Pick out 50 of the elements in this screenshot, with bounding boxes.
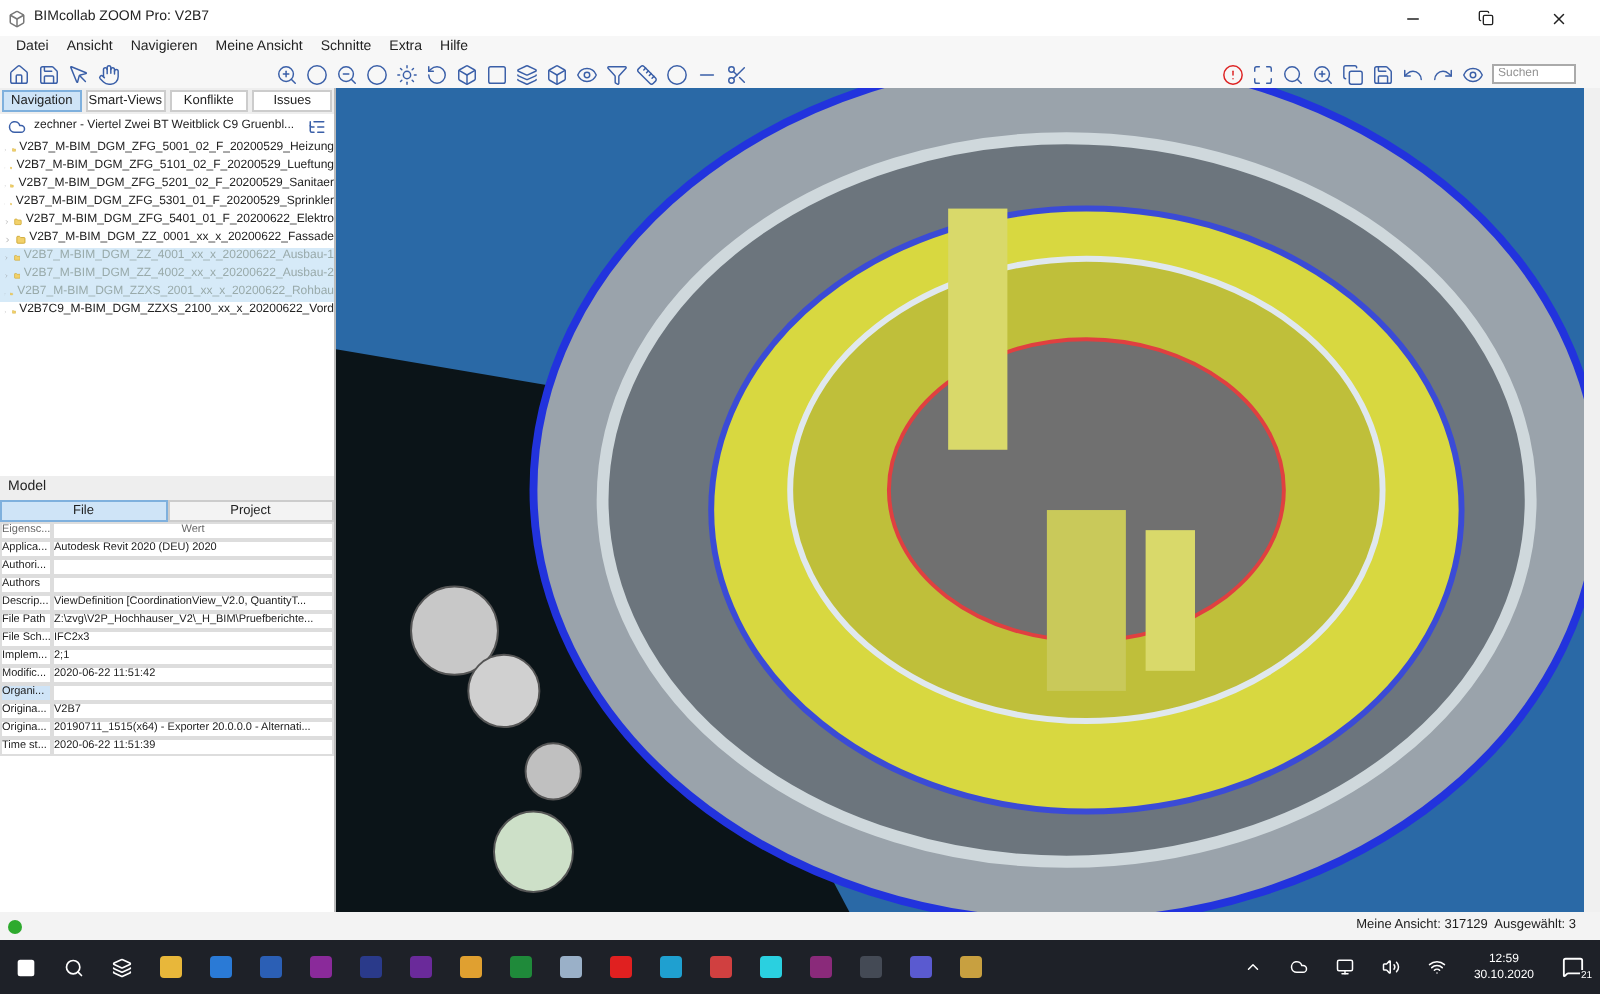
taskbar-app-icon[interactable] [210, 956, 232, 978]
taskbar-app-icon[interactable] [560, 956, 582, 978]
taskbar-app-icon[interactable] [510, 956, 532, 978]
home-icon[interactable] [8, 63, 30, 85]
app-icon [8, 9, 26, 27]
circle-icon[interactable] [366, 63, 388, 85]
eye-icon[interactable] [576, 63, 598, 85]
cube-icon[interactable] [456, 63, 478, 85]
cloud-icon[interactable] [1289, 958, 1308, 976]
save-icon[interactable] [1372, 63, 1394, 85]
rotate-icon[interactable] [426, 63, 448, 85]
tree-view-icon[interactable] [308, 118, 326, 136]
filter-icon[interactable] [606, 63, 628, 85]
zoom-icon[interactable] [1312, 63, 1334, 85]
copy-icon[interactable] [1342, 63, 1364, 85]
square-icon[interactable] [486, 63, 508, 85]
maximize-icon[interactable] [1252, 63, 1274, 85]
3d-viewport[interactable] [336, 88, 1584, 912]
task-view-icon[interactable] [112, 957, 132, 977]
network-icon[interactable] [1427, 958, 1446, 976]
chevron-up-icon[interactable] [1243, 958, 1262, 976]
pointer-icon[interactable] [68, 63, 90, 85]
circle-icon[interactable] [306, 63, 328, 85]
alert-icon[interactable] [1222, 63, 1244, 85]
notification-icon[interactable] [1562, 956, 1584, 978]
taskbar-app-icon[interactable] [710, 956, 732, 978]
hand-icon[interactable] [98, 63, 120, 85]
cloud-icon [8, 118, 26, 136]
monitor-icon[interactable] [1335, 958, 1354, 976]
cube-icon[interactable] [546, 63, 568, 85]
zoom-in-icon[interactable] [276, 63, 298, 85]
save-icon[interactable] [38, 63, 60, 85]
restore-icon[interactable] [1478, 10, 1494, 26]
taskbar-app-icon[interactable] [160, 956, 182, 978]
volume-icon[interactable] [1381, 958, 1400, 976]
status-indicator [8, 919, 22, 933]
circle-icon[interactable] [666, 63, 688, 85]
zoom-out-icon[interactable] [336, 63, 358, 85]
taskbar-app-icon[interactable] [460, 956, 482, 978]
taskbar-app-icon[interactable] [960, 956, 982, 978]
ruler-icon[interactable] [636, 63, 658, 85]
eye-icon[interactable] [1462, 63, 1484, 85]
start-icon[interactable] [16, 957, 36, 977]
taskbar-app-icon[interactable] [610, 956, 632, 978]
layers-icon[interactable] [516, 63, 538, 85]
sun-icon[interactable] [396, 63, 418, 85]
taskbar-app-icon[interactable] [660, 956, 682, 978]
scissors-icon[interactable] [726, 63, 748, 85]
close-icon[interactable] [1550, 9, 1568, 27]
taskbar-app-icon[interactable] [760, 956, 782, 978]
